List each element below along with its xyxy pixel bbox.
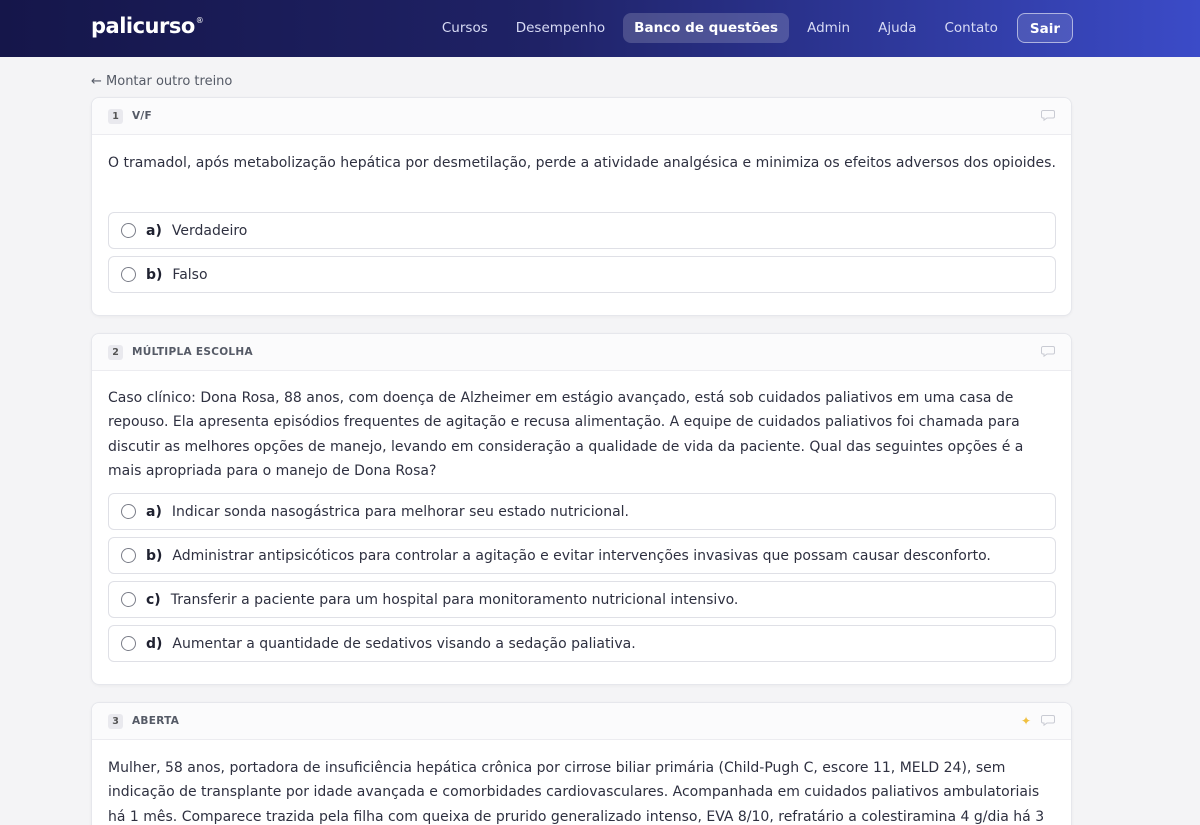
question-card-3: 3 ABERTA ✦ Mulher, 58 anos, portadora de…: [91, 702, 1072, 825]
option-d[interactable]: d) Aumentar a quantidade de sedativos vi…: [108, 625, 1056, 662]
top-navbar: palicurso® Cursos Desempenho Banco de qu…: [0, 0, 1200, 57]
question-card-2: 2 MÚLTIPLA ESCOLHA Caso clínico: Dona Ro…: [91, 333, 1072, 685]
option-text: Indicar sonda nasogástrica para melhorar…: [171, 503, 630, 520]
header-icons: [1041, 109, 1055, 121]
comment-icon[interactable]: [1041, 109, 1055, 121]
option-a[interactable]: a) Indicar sonda nasogástrica para melho…: [108, 493, 1056, 530]
header-icons: [1041, 345, 1055, 357]
nav-item-admin[interactable]: Admin: [793, 13, 864, 43]
option-c[interactable]: c) Transferir a paciente para um hospita…: [108, 581, 1056, 618]
nav-item-desempenho[interactable]: Desempenho: [502, 13, 619, 43]
option-letter: a): [146, 222, 162, 239]
nav-item-contato[interactable]: Contato: [931, 13, 1012, 43]
question-type: MÚLTIPLA ESCOLHA: [132, 346, 253, 358]
nav-item-cursos[interactable]: Cursos: [428, 13, 502, 43]
brand-registered-mark: ®: [195, 16, 204, 25]
sparkle-icon[interactable]: ✦: [1021, 714, 1031, 728]
question-header: 2 MÚLTIPLA ESCOLHA: [92, 334, 1071, 371]
comment-icon[interactable]: [1041, 714, 1055, 726]
logout-button[interactable]: Sair: [1016, 13, 1073, 43]
question-number: 3: [108, 713, 123, 729]
option-text: Verdadeiro: [171, 222, 248, 239]
radio-button[interactable]: [121, 504, 136, 519]
question-number: 1: [108, 108, 123, 124]
question-text: Mulher, 58 anos, portadora de insuficiên…: [108, 760, 1045, 825]
option-a[interactable]: a) Verdadeiro: [108, 212, 1056, 249]
option-b[interactable]: b) Administrar antipsicóticos para contr…: [108, 537, 1056, 574]
option-letter: a): [146, 503, 162, 520]
comment-icon[interactable]: [1041, 345, 1055, 357]
question-number: 2: [108, 344, 123, 360]
brand-name: palicurso: [91, 14, 195, 38]
radio-button[interactable]: [121, 592, 136, 607]
nav-item-banco-de-questoes[interactable]: Banco de questões: [623, 13, 790, 43]
radio-button[interactable]: [121, 548, 136, 563]
question-text: Caso clínico: Dona Rosa, 88 anos, com do…: [108, 390, 1024, 479]
option-text: Falso: [172, 266, 208, 283]
question-header: 3 ABERTA ✦: [92, 703, 1071, 740]
brand-logo[interactable]: palicurso®: [91, 14, 204, 38]
question-header: 1 V/F: [92, 98, 1071, 135]
option-text: Aumentar a quantidade de sedativos visan…: [172, 635, 636, 652]
option-text: Administrar antipsicóticos para controla…: [172, 547, 991, 564]
option-text: Transferir a paciente para um hospital p…: [170, 591, 739, 608]
option-b[interactable]: b) Falso: [108, 256, 1056, 293]
option-letter: b): [146, 266, 163, 283]
header-icons: ✦: [1021, 714, 1055, 728]
radio-button[interactable]: [121, 223, 136, 238]
radio-button[interactable]: [121, 267, 136, 282]
main-nav: Cursos Desempenho Banco de questões Admi…: [428, 13, 1073, 43]
option-letter: d): [146, 635, 163, 652]
question-text: O tramadol, após metabolização hepática …: [108, 155, 1056, 171]
back-link[interactable]: ← Montar outro treino: [91, 74, 232, 89]
question-card-1: 1 V/F O tramadol, após metabolização hep…: [91, 97, 1072, 316]
question-type: V/F: [132, 110, 153, 122]
option-letter: b): [146, 547, 163, 564]
nav-item-ajuda[interactable]: Ajuda: [864, 13, 930, 43]
radio-button[interactable]: [121, 636, 136, 651]
question-type: ABERTA: [132, 715, 180, 727]
option-letter: c): [146, 591, 161, 608]
